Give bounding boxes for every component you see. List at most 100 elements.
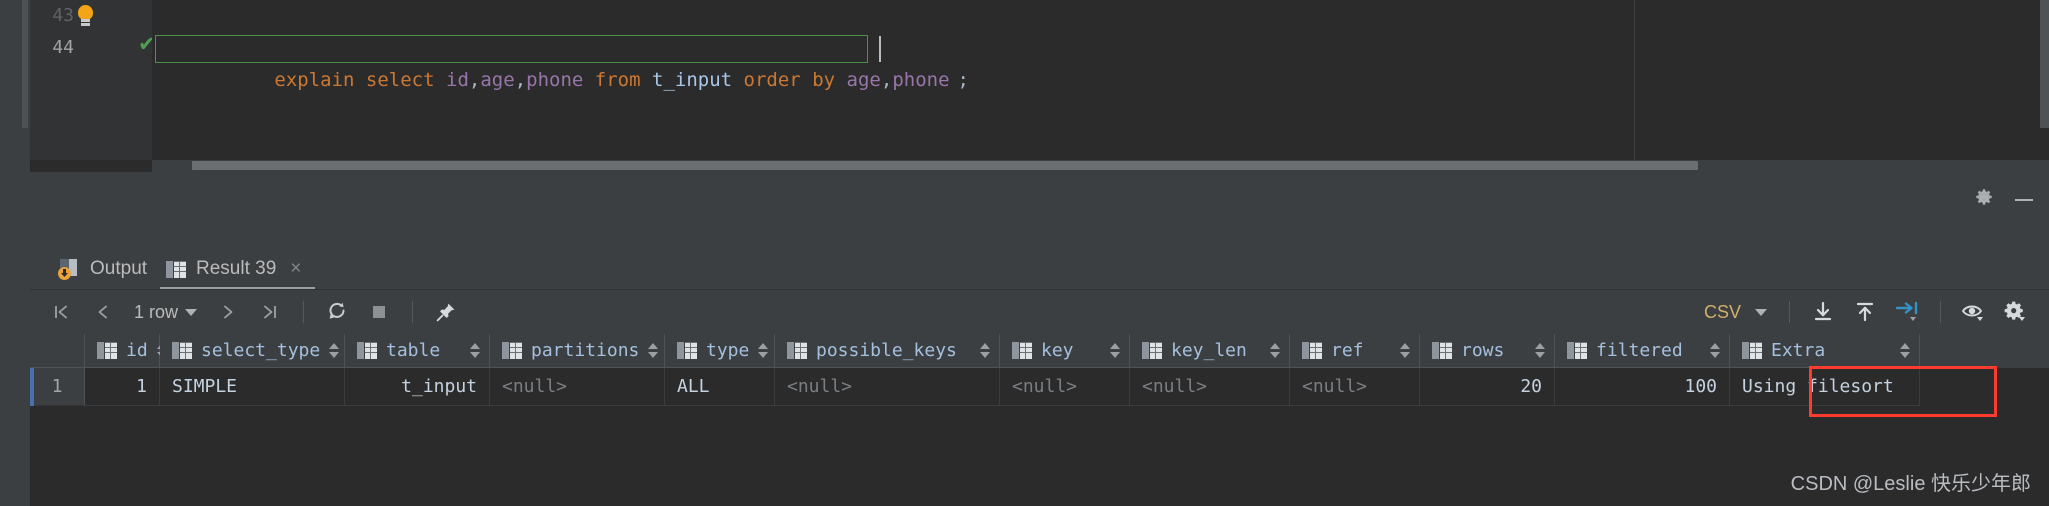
cell-id[interactable]: 1 [85, 368, 160, 406]
cell-partitions[interactable]: <null> [490, 368, 665, 406]
first-page-icon[interactable] [40, 290, 82, 334]
column-label: rows [1461, 340, 1505, 361]
cell-possible_keys[interactable]: <null> [775, 368, 1000, 406]
column-type-icon [1142, 342, 1162, 359]
column-type-icon [502, 342, 522, 359]
column-label: key_len [1171, 340, 1247, 361]
eye-view-icon[interactable] [1953, 290, 1995, 334]
editor-horizontal-scrollbar[interactable] [192, 161, 1698, 170]
column-header-possible_keys[interactable]: possible_keys [775, 334, 1000, 368]
result-grid[interactable]: id select_type table partitions type pos… [30, 334, 2049, 506]
column-header-id[interactable]: id [85, 334, 167, 368]
row-count-selector[interactable]: 1 row [124, 302, 207, 323]
refresh-icon[interactable] [316, 290, 358, 334]
column-header-select_type[interactable]: select_type [160, 334, 345, 368]
column-header-type[interactable]: type [665, 334, 775, 368]
column-header-ref[interactable]: ref [1290, 334, 1420, 368]
column-header-partitions[interactable]: partitions [490, 334, 665, 368]
minimize-icon[interactable] [2013, 188, 2035, 210]
column-type-icon [1012, 342, 1032, 359]
column-type-icon [1302, 342, 1322, 359]
upload-icon[interactable] [1844, 290, 1886, 334]
format-label: CSV [1703, 301, 1741, 322]
sort-icon[interactable] [1900, 342, 1911, 359]
null-value: <null> [1142, 376, 1208, 397]
sort-icon[interactable] [1710, 342, 1721, 359]
column-header-key[interactable]: key [1000, 334, 1130, 368]
sort-icon[interactable] [470, 342, 481, 359]
editor-gutter[interactable]: 43 44 [30, 0, 152, 160]
sort-icon[interactable] [980, 342, 991, 359]
sql-editor-region: 43 44 ✔ explain select id,age,phone from… [0, 0, 2049, 172]
results-panel-header [0, 172, 2049, 248]
pin-icon[interactable] [425, 290, 467, 334]
sql-token-comma-3: , [880, 69, 893, 91]
sql-token-order: order [743, 69, 801, 91]
cell-table[interactable]: t_input [345, 368, 490, 406]
sql-token-semicolon: ; [957, 69, 969, 91]
table-row[interactable]: 1 1 SIMPLE t_input <null> ALL <null> <nu… [30, 368, 2049, 406]
sql-token-age-1: age [480, 69, 515, 91]
cell-type[interactable]: ALL [665, 368, 775, 406]
cell-extra[interactable]: Using filesort [1730, 368, 1920, 406]
tab-output[interactable]: Output [50, 248, 155, 290]
gear-settings-icon[interactable] [1995, 290, 2037, 334]
download-icon[interactable] [1802, 290, 1844, 334]
cell-rows[interactable]: 20 [1420, 368, 1555, 406]
ide-query-console: 43 44 ✔ explain select id,age,phone from… [0, 0, 2049, 506]
sort-icon[interactable] [1535, 342, 1546, 359]
column-label: id [126, 340, 148, 361]
column-header-key_len[interactable]: key_len [1130, 334, 1290, 368]
column-label: possible_keys [816, 340, 957, 361]
last-page-icon[interactable] [249, 290, 291, 334]
stop-icon[interactable] [358, 290, 400, 334]
column-header-extra[interactable]: Extra [1730, 334, 1920, 368]
cell-select_type[interactable]: SIMPLE [160, 368, 345, 406]
null-value: <null> [1302, 376, 1368, 397]
editor-vertical-scrollbar[interactable] [22, 0, 28, 128]
sort-icon[interactable] [758, 342, 769, 359]
console-output-icon [58, 258, 80, 280]
export-format-selector[interactable]: CSV [1694, 302, 1777, 323]
sort-icon[interactable] [1270, 342, 1281, 359]
toolbar-divider [303, 301, 305, 323]
cell-key_len[interactable]: <null> [1130, 368, 1290, 406]
toolbar-divider [1789, 301, 1790, 323]
cell-ref[interactable]: <null> [1290, 368, 1420, 406]
result-toolbar-right: CSV [1694, 290, 2037, 334]
close-icon[interactable]: × [290, 258, 301, 280]
sort-icon[interactable] [1110, 342, 1121, 359]
column-label: table [386, 340, 441, 361]
code-area[interactable]: explain select id,age,phone from t_input… [152, 0, 2049, 160]
sql-token-explain: explain [274, 69, 355, 91]
editor-right-scroll-strip[interactable] [2040, 0, 2049, 128]
tab-result-39[interactable]: Result 39 × [158, 248, 309, 290]
jump-to-row-icon[interactable] [1886, 290, 1928, 334]
lightbulb-icon[interactable] [78, 5, 93, 27]
row-number: 1 [51, 376, 63, 397]
sort-icon[interactable] [648, 342, 659, 359]
column-type-icon [97, 342, 117, 359]
editor-right-margin-line [1634, 0, 1635, 160]
sql-token-id: id [446, 69, 469, 91]
column-type-icon [677, 342, 697, 359]
sql-token-select: select [365, 69, 435, 91]
previous-page-icon[interactable] [82, 290, 124, 334]
panel-header-actions [1973, 188, 2035, 210]
results-tab-strip: Output Result 39 × [0, 248, 2049, 290]
sort-icon[interactable] [329, 342, 340, 359]
gear-icon[interactable] [1973, 188, 1995, 210]
sql-editor[interactable]: 43 44 ✔ explain select id,age,phone from… [30, 0, 2049, 172]
column-header-rows[interactable]: rows [1420, 334, 1555, 368]
column-type-icon [787, 342, 807, 359]
column-header-filtered[interactable]: filtered [1555, 334, 1730, 368]
sql-token-phone-2: phone [892, 69, 950, 91]
column-type-icon [172, 342, 192, 359]
cell-key[interactable]: <null> [1000, 368, 1130, 406]
toolbar-divider [1940, 301, 1941, 323]
column-header-table[interactable]: table [345, 334, 490, 368]
cell-filtered[interactable]: 100 [1555, 368, 1730, 406]
next-page-icon[interactable] [207, 290, 249, 334]
row-number-header[interactable]: 1 [30, 368, 85, 406]
sort-icon[interactable] [1400, 342, 1411, 359]
